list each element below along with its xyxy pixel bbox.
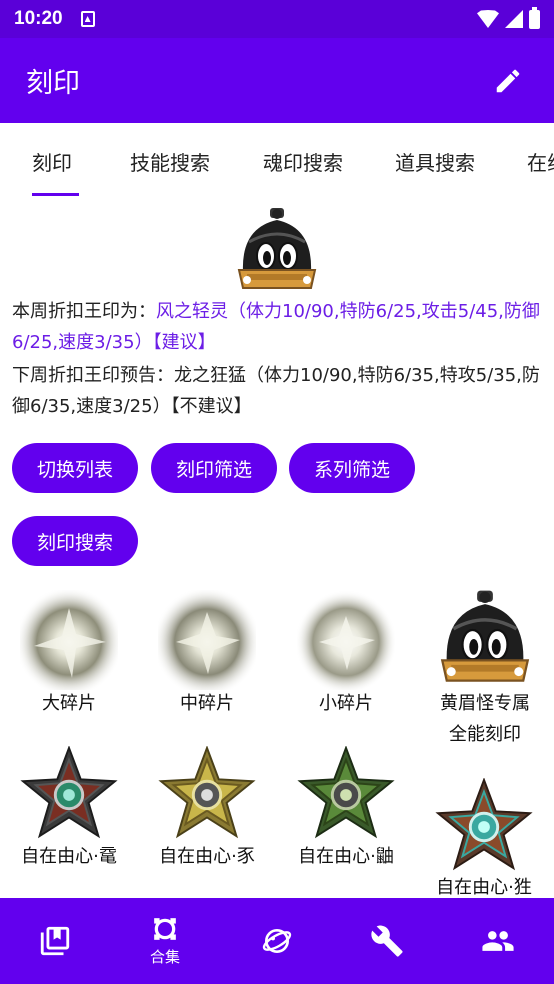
app-root: 10:20 刻印 刻印 技能搜索 魂印搜索 道具搜索 在线 xyxy=(0,0,554,984)
item-name: 小碎片 xyxy=(319,693,373,714)
this-week-label: 本周折扣王印为： xyxy=(12,301,156,322)
shard-icon xyxy=(297,590,395,690)
page-title: 刻印 xyxy=(26,68,80,99)
item-name: 大碎片 xyxy=(42,693,96,714)
app-notification-icon xyxy=(80,11,95,27)
nav-collection-label: 合集 xyxy=(149,947,180,966)
battery-icon xyxy=(529,6,540,29)
tab-indicator xyxy=(32,193,79,196)
status-time: 10:20 xyxy=(14,8,63,29)
collection-icon xyxy=(154,917,176,940)
status-bar: 10:20 xyxy=(0,0,554,38)
nav-people[interactable] xyxy=(443,898,553,984)
item-name: 自在由心·鼋 xyxy=(21,846,117,867)
nav-collection[interactable]: 合集 xyxy=(110,898,220,984)
tab-bar: 刻印 技能搜索 魂印搜索 道具搜索 在线 xyxy=(0,123,554,198)
tab-mark[interactable]: 刻印 xyxy=(32,147,72,176)
edit-button[interactable] xyxy=(488,61,528,101)
bottom-navigation: 合集 xyxy=(0,898,554,984)
bomb-mascot-icon xyxy=(237,208,317,289)
app-bar: 刻印 xyxy=(0,38,554,123)
tab-soul-mark-search[interactable]: 魂印搜索 xyxy=(263,147,343,176)
wrench-icon xyxy=(371,925,403,957)
shard-icon xyxy=(158,590,256,690)
star-medal-icon xyxy=(435,778,533,871)
tab-item-search[interactable]: 道具搜索 xyxy=(395,147,475,176)
people-icon xyxy=(482,931,514,951)
next-week-preview-text: 下周折扣王印预告：龙之狂猛（体力10/90,特防6/35,特攻5/35,防御6/… xyxy=(12,365,540,417)
mark-search-button[interactable]: 刻印搜索 xyxy=(12,516,138,566)
star-medal-icon xyxy=(297,746,395,839)
tab-skill-search[interactable]: 技能搜索 xyxy=(130,147,210,176)
nav-tools[interactable] xyxy=(332,898,442,984)
wifi-icon xyxy=(477,10,499,28)
nav-planet[interactable] xyxy=(222,898,332,984)
star-medal-icon xyxy=(20,746,118,839)
item-name: 自在由心·鼬 xyxy=(298,846,394,867)
item-name: 自在由心·豕 xyxy=(159,846,255,867)
shard-icon xyxy=(20,590,118,690)
this-week-discount-text: 本周折扣王印为：风之轻灵（体力10/90,特防6/25,攻击5/45,防御6/2… xyxy=(12,296,546,358)
nav-library[interactable] xyxy=(0,898,110,984)
switch-list-button[interactable]: 切换列表 xyxy=(12,443,138,493)
star-medal-icon xyxy=(158,746,256,839)
series-filter-button[interactable]: 系列筛选 xyxy=(289,443,415,493)
planet-icon xyxy=(262,929,292,953)
pencil-icon xyxy=(496,69,520,92)
mark-filter-button[interactable]: 刻印筛选 xyxy=(151,443,277,493)
tab-online[interactable]: 在线 xyxy=(527,147,554,176)
item-name: 中碎片 xyxy=(180,693,234,714)
signal-icon xyxy=(505,10,523,28)
item-name: 黄眉怪专属 全能刻印 xyxy=(440,693,530,745)
bookmark-library-icon xyxy=(40,926,70,956)
status-indicators xyxy=(477,6,540,29)
bomb-mascot-icon xyxy=(440,590,530,682)
